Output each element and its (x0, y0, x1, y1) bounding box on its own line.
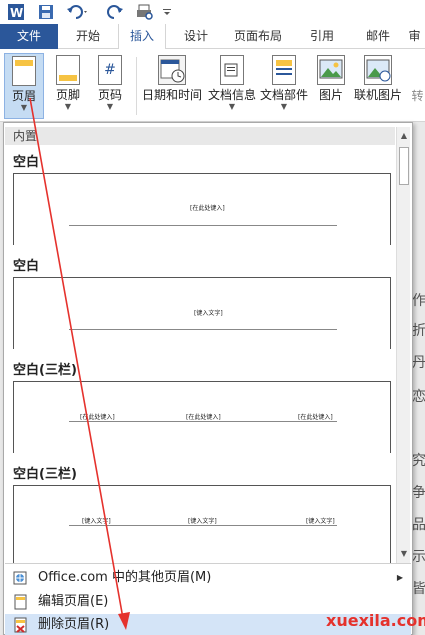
tab-mailings[interactable]: 邮件 (354, 24, 402, 49)
placeholder-text: [在此处键入] (186, 414, 221, 421)
document-parts-button[interactable]: 文档部件 ▼ (258, 53, 310, 119)
doc-text: 折 (412, 323, 425, 339)
document-info-label: 文档信息 (207, 88, 256, 102)
ribbon-separator (136, 57, 137, 115)
calendar-icon (158, 55, 186, 85)
customize-qat-icon[interactable] (160, 2, 174, 22)
placeholder-text: [键入文字] (306, 518, 335, 525)
quick-access-toolbar: W (0, 0, 425, 24)
online-picture-button[interactable]: 联机图片 (352, 53, 404, 119)
chevron-down-icon: ▼ (106, 102, 114, 111)
scroll-up-icon[interactable]: ▲ (397, 129, 411, 143)
gallery-item-label: 空白(三栏) (13, 467, 77, 482)
header-rule (69, 329, 337, 330)
edit-header-icon (13, 594, 28, 610)
gallery-item-label: 空白 (13, 155, 40, 170)
picture-icon (317, 55, 345, 85)
redo-icon[interactable] (104, 2, 126, 22)
picture-label: 图片 (318, 88, 343, 102)
date-time-button[interactable]: 日期和时间 (140, 53, 204, 119)
watermark: xuexila.com (326, 611, 425, 630)
ribbon-tabs: 文件 开始 插入 设计 页面布局 引用 邮件 审 (0, 24, 425, 49)
delete-header-icon (13, 617, 28, 633)
menu-item-label: Office.com 中的其他页眉(M) (38, 570, 212, 585)
undo-icon[interactable] (64, 2, 92, 22)
header-icon (12, 56, 36, 86)
convert-label: 转 (411, 89, 424, 103)
scrollbar-thumb[interactable] (399, 147, 409, 185)
online-picture-label: 联机图片 (353, 88, 402, 102)
more-headers-office-menu-item[interactable]: Office.com 中的其他页眉(M) ▶ (5, 567, 411, 589)
header-button-label: 页眉 (11, 89, 36, 103)
doc-text: 究 (412, 453, 425, 469)
document-parts-label: 文档部件 (259, 88, 308, 102)
gallery-item-label: 空白 (13, 259, 40, 274)
gallery-item-blank-three-column[interactable]: [在此处键入] [在此处键入] [在此处键入] (13, 381, 391, 453)
document-info-icon (220, 55, 244, 85)
scroll-down-icon[interactable]: ▼ (397, 547, 411, 561)
footer-button[interactable]: 页脚 ▼ (48, 53, 88, 119)
doc-text: 皆 (412, 581, 425, 597)
date-time-label: 日期和时间 (141, 88, 202, 102)
office-online-icon (13, 570, 28, 586)
gallery-item-blank[interactable]: [在此处键入] (13, 173, 391, 245)
gallery-scrollbar[interactable]: ▲ ▼ (396, 127, 410, 563)
tab-review[interactable]: 审 (404, 24, 425, 49)
placeholder-text: [在此处键入] (298, 414, 333, 421)
page-number-button-label: 页码 (97, 88, 122, 102)
menu-item-label: 编辑页眉(E) (38, 594, 109, 609)
page-number-icon: # (98, 55, 122, 85)
save-icon[interactable] (36, 2, 56, 22)
doc-text: 争 (412, 485, 425, 501)
doc-text: 恋 (412, 389, 425, 405)
placeholder-text: [键入文字] (188, 518, 217, 525)
placeholder-text: [在此处键入] (190, 205, 225, 212)
svg-text:W: W (10, 6, 23, 20)
gallery-item-blank-three-column-2[interactable]: [键入文字] [键入文字] [键入文字] (13, 485, 391, 563)
header-gallery-dropdown: 内置 ▲ ▼ 空白 [在此处键入] 空白 [键入文字] 空白(三栏) [在此处键… (3, 122, 413, 635)
chevron-down-icon: ▼ (228, 102, 236, 111)
gallery-item-blank-2[interactable]: [键入文字] (13, 277, 391, 349)
print-preview-icon[interactable] (134, 2, 156, 22)
tab-page-layout[interactable]: 页面布局 (226, 24, 290, 49)
online-picture-icon (364, 55, 392, 85)
header-rule (69, 421, 337, 422)
chevron-down-icon: ▼ (64, 102, 72, 111)
doc-text: 品 (412, 517, 425, 533)
doc-text: 示 (412, 549, 425, 565)
menu-item-label: 删除页眉(R) (38, 617, 110, 632)
tab-insert[interactable]: 插入 (118, 24, 166, 49)
tab-home[interactable]: 开始 (64, 24, 112, 49)
picture-button[interactable]: 图片 (312, 53, 350, 119)
ribbon-insert: 页眉 ▼ 页脚 ▼ # 页码 ▼ 日期和时间 文档信息 ▼ 文档部件 ▼ 图片 (0, 49, 425, 122)
gallery-section-builtin: 内置 (5, 127, 395, 145)
header-button[interactable]: 页眉 ▼ (4, 53, 44, 119)
placeholder-text: [键入文字] (194, 310, 223, 317)
menu-separator (5, 563, 411, 564)
tab-design[interactable]: 设计 (172, 24, 220, 49)
doc-text: 作 (412, 293, 425, 309)
edit-header-menu-item[interactable]: 编辑页眉(E) (5, 591, 411, 613)
chevron-down-icon: ▼ (280, 102, 288, 111)
placeholder-text: [在此处键入] (80, 414, 115, 421)
document-parts-icon (272, 55, 296, 85)
header-rule (69, 525, 337, 526)
page-number-button[interactable]: # 页码 ▼ (90, 53, 130, 119)
header-rule (69, 225, 337, 226)
tab-file[interactable]: 文件 (0, 24, 58, 49)
doc-text: 丹 (412, 355, 425, 371)
document-info-button[interactable]: 文档信息 ▼ (206, 53, 258, 119)
chevron-down-icon: ▼ (20, 103, 28, 112)
gallery-item-label: 空白(三栏) (13, 363, 77, 378)
word-app-icon: W (6, 2, 26, 22)
convert-button[interactable]: 转 (410, 53, 425, 119)
footer-button-label: 页脚 (55, 88, 80, 102)
submenu-arrow-icon: ▶ (396, 573, 403, 582)
tab-references[interactable]: 引用 (296, 24, 348, 49)
placeholder-text: [键入文字] (82, 518, 111, 525)
footer-icon (56, 55, 80, 85)
